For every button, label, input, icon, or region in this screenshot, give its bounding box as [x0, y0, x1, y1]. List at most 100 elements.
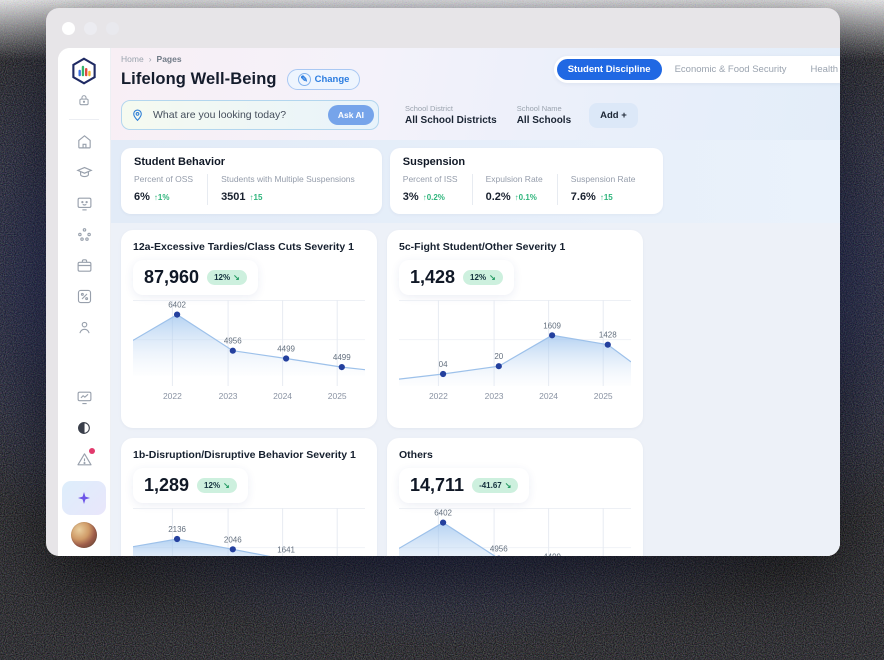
stat-delta: ↑15: [250, 193, 263, 202]
tab-economic-food-security[interactable]: Economic & Food Security: [664, 59, 798, 80]
chart-title: 1b-Disruption/Disruptive Behavior Severi…: [133, 449, 365, 461]
point-label: 4499: [333, 353, 351, 362]
data-point: [549, 332, 555, 338]
app-window: Home › Pages Lifelong Well-Being ✎ Chang…: [46, 8, 840, 556]
trend-down-icon: ↘: [489, 273, 496, 282]
page-title: Lifelong Well-Being: [121, 70, 277, 89]
point-label: 1428: [599, 331, 617, 340]
trend-chart: 2136204616412022202320242025: [133, 508, 365, 556]
stat-value: 3%: [403, 191, 419, 203]
kpi-trend-badge: -41.67↘: [472, 478, 518, 493]
change-icon: ✎: [298, 73, 311, 86]
filter-value: All Schools: [517, 115, 571, 126]
notification-dot: [89, 448, 95, 454]
lock-icon: [77, 93, 91, 107]
tab-health[interactable]: Health: [800, 59, 840, 80]
x-axis-label: 2023: [485, 391, 504, 401]
briefcase-icon[interactable]: [76, 257, 93, 274]
kpi-box: 14,711 -41.67↘: [399, 468, 529, 503]
stat-label: Students with Multiple Suspensions: [221, 174, 355, 184]
theme-contrast-icon[interactable]: [76, 420, 93, 437]
x-axis-label: 2022: [163, 391, 182, 401]
kpi-box: 87,960 12%↘: [133, 260, 258, 295]
chart-title: 5c-Fight Student/Other Severity 1: [399, 241, 631, 253]
point-label: 4499: [277, 345, 295, 354]
x-axis-label: 2025: [594, 391, 613, 401]
stat: Students with Multiple Suspensions 3501 ↑1…: [207, 174, 369, 205]
user-avatar[interactable]: [71, 522, 97, 548]
person-icon[interactable]: [76, 319, 93, 336]
data-point: [174, 536, 180, 542]
community-icon[interactable]: [76, 226, 93, 243]
trend-down-icon: ↘: [223, 481, 230, 490]
kpi-trend-value: 12%: [470, 273, 486, 282]
chart-title: 12a-Excessive Tardies/Class Cuts Severit…: [133, 241, 365, 253]
data-point: [496, 363, 502, 369]
x-axis-label: 2025: [328, 391, 347, 401]
charts-grid: 12a-Excessive Tardies/Class Cuts Severit…: [111, 223, 840, 556]
x-axis-label: 2024: [273, 391, 292, 401]
point-label: 2046: [224, 535, 242, 544]
point-label: 1609: [543, 321, 561, 330]
trend-chart: 0420160914282022202320242025: [399, 300, 631, 404]
data-point: [174, 312, 180, 318]
data-point: [605, 342, 611, 348]
window-titlebar: [46, 8, 840, 48]
kpi-trend-badge: 12%↘: [463, 270, 503, 285]
tab-student-discipline[interactable]: Student Discipline: [557, 59, 662, 80]
stats-card: Student BehaviorPercent of OSS6%↑1%Stude…: [121, 148, 382, 214]
x-axis-label: 2024: [539, 391, 558, 401]
change-button[interactable]: ✎ Change: [287, 69, 361, 90]
kpi-trend-value: 12%: [204, 481, 220, 490]
search-bar[interactable]: Ask AI: [121, 100, 379, 130]
app-logo[interactable]: [69, 56, 99, 86]
trend-chart: 64024956449944992022202320242025: [399, 508, 631, 556]
screen-chart-icon[interactable]: [76, 389, 93, 406]
stat-delta: ↑0.2%: [423, 193, 445, 202]
kpi-value: 1,428: [410, 267, 455, 288]
stat-label: Suspension Rate: [571, 174, 636, 184]
ai-assistant-button[interactable]: [62, 481, 106, 515]
tab-bar: Student DisciplineEconomic & Food Securi…: [554, 56, 840, 83]
screen-face-icon[interactable]: [76, 195, 93, 212]
home-icon[interactable]: [76, 133, 93, 150]
stats-band: Student BehaviorPercent of OSS6%↑1%Stude…: [111, 140, 840, 223]
kpi-value: 14,711: [410, 475, 464, 496]
kpi-trend-badge: 12%↘: [207, 270, 247, 285]
stat-delta: ↑15: [600, 193, 613, 202]
stat-label: Percent of ISS: [403, 174, 458, 184]
filter-school-district[interactable]: School District All School Districts: [405, 104, 497, 126]
education-icon[interactable]: [76, 164, 93, 181]
window-close-button[interactable]: [62, 22, 75, 35]
filter-value: All School Districts: [405, 115, 497, 126]
x-axis-label: 2022: [429, 391, 448, 401]
breadcrumb-home[interactable]: Home: [121, 54, 144, 64]
stat-delta: ↑1%: [154, 193, 170, 202]
stats-card-title: Suspension: [403, 156, 650, 168]
deals-icon[interactable]: [76, 288, 93, 305]
point-label: 4499: [543, 553, 561, 557]
kpi-box: 1,28912%↘: [133, 468, 248, 503]
trend-down-icon: ↘: [233, 273, 240, 282]
ask-ai-button[interactable]: Ask AI: [328, 105, 374, 125]
stat-value: 3501: [221, 191, 245, 203]
data-point: [440, 371, 446, 377]
stat: Percent of OSS6%↑1%: [134, 174, 207, 205]
point-label: 20: [494, 352, 503, 361]
window-minimize-button[interactable]: [84, 22, 97, 35]
stat-value: 6%: [134, 191, 150, 203]
chart-card: 5c-Fight Student/Other Severity 1 1,428 12…: [387, 230, 643, 428]
data-point: [339, 364, 345, 370]
add-filter-button[interactable]: Add +: [589, 103, 638, 128]
alerts-icon[interactable]: [76, 451, 93, 468]
window-maximize-button[interactable]: [106, 22, 119, 35]
kpi-value: 87,960: [144, 267, 199, 288]
breadcrumb-current[interactable]: Pages: [157, 54, 182, 64]
stat: Percent of ISS 3% ↑0.2%: [403, 174, 472, 205]
kpi-box: 1,428 12%↘: [399, 260, 514, 295]
stat-label: Expulsion Rate: [486, 174, 543, 184]
point-label: 4956: [224, 337, 242, 346]
search-input[interactable]: [151, 108, 328, 122]
data-point: [440, 520, 446, 526]
filter-school-name[interactable]: School Name All Schools: [517, 104, 571, 126]
